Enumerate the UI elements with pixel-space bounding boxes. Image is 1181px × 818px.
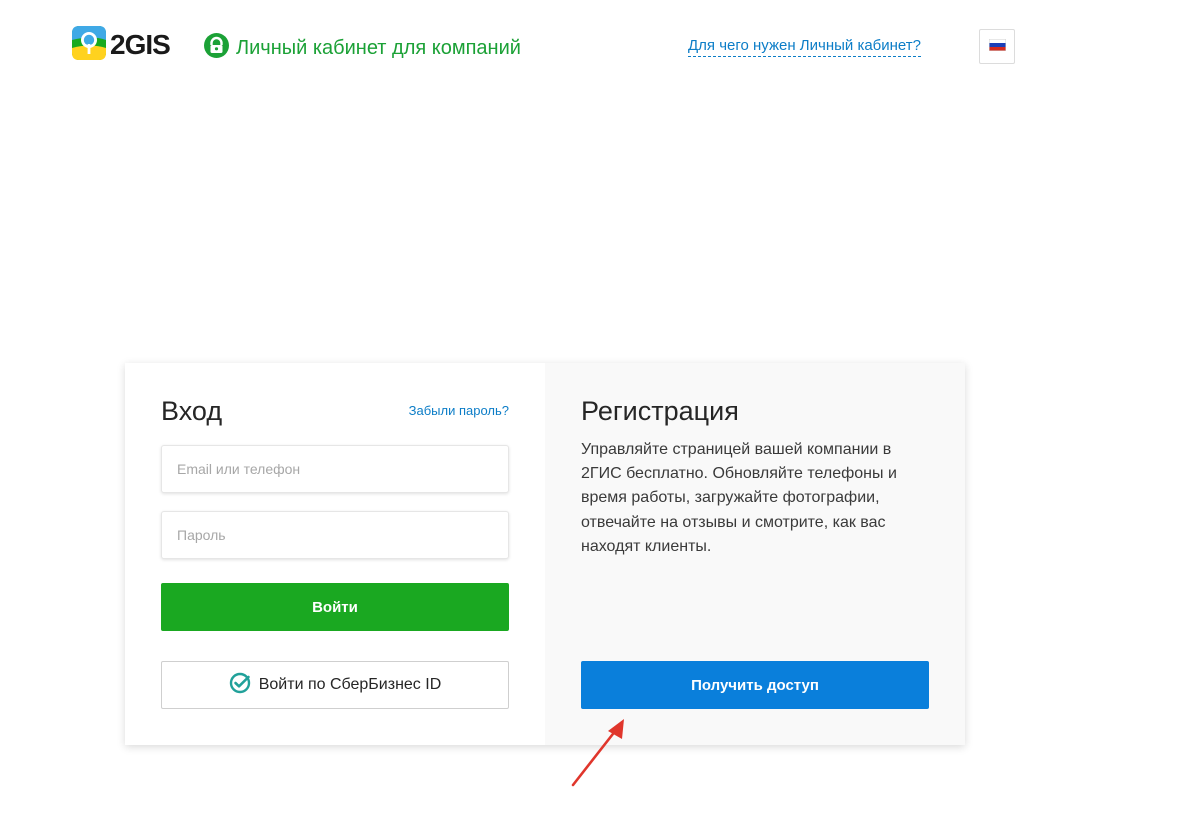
russia-flag-icon (988, 38, 1006, 56)
red-arrow-annotation (571, 719, 624, 787)
registration-panel: Регистрация Управляйте страницей вашей к… (545, 363, 965, 745)
sber-check-icon (229, 672, 251, 699)
logo-2gis[interactable]: 2GIS (72, 25, 171, 65)
language-selector[interactable] (979, 29, 1015, 64)
registration-description: Управляйте страницей вашей компании в 2Г… (581, 441, 897, 555)
login-title: Вход (161, 396, 223, 426)
logo-text: 2GIS (110, 29, 171, 60)
auth-card: Вход Забыли пароль? Войти Войти по СберБ… (125, 363, 965, 745)
cabinet-heading: Личный кабинет для компаний (204, 33, 521, 63)
help-link[interactable]: Для чего нужен Личный кабинет? (688, 37, 921, 57)
password-field[interactable] (161, 511, 509, 559)
account-lock-icon (204, 33, 229, 63)
sber-login-label: Войти по СберБизнес ID (258, 676, 442, 693)
sber-login-button[interactable]: Войти по СберБизнес ID (161, 661, 509, 709)
get-access-button[interactable]: Получить доступ (581, 661, 929, 709)
email-field[interactable] (161, 445, 509, 493)
login-button[interactable]: Войти (161, 583, 509, 631)
registration-title: Регистрация (581, 396, 739, 426)
cabinet-title: Личный кабинет для компаний (236, 37, 521, 59)
forgot-password-link[interactable]: Забыли пароль? (409, 403, 509, 418)
login-panel: Вход Забыли пароль? Войти Войти по СберБ… (125, 363, 545, 745)
2gis-logo-icon (72, 25, 106, 65)
